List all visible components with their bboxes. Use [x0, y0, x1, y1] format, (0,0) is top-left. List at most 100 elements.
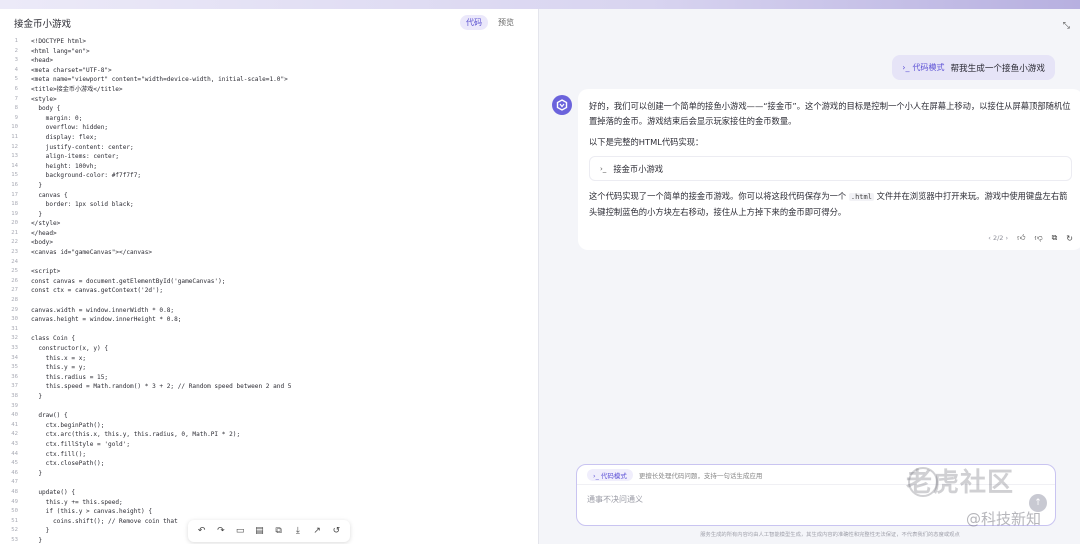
- code-line: 40 draw() {: [0, 411, 539, 421]
- line-content: }: [31, 392, 43, 400]
- download-icon[interactable]: ⤓: [290, 523, 306, 539]
- code-line: 49 this.y += this.speed;: [0, 498, 539, 508]
- code-mode-chip[interactable]: ›_ 代码模式: [587, 468, 633, 481]
- code-line: 18 border: 1px solid black;: [0, 200, 539, 210]
- reply-p3-text-a: 这个代码实现了一个简单的接金币游戏。你可以将这段代码保存为一个: [589, 191, 847, 201]
- code-line: 10 overflow: hidden;: [0, 123, 539, 133]
- line-content: <body>: [31, 239, 54, 247]
- view-tabs: 代码 预览: [460, 15, 520, 30]
- copy-icon[interactable]: ⧉: [271, 523, 287, 539]
- line-content: <canvas id="gameCanvas"></canvas>: [31, 249, 153, 257]
- line-content: }: [31, 469, 43, 477]
- code-line: 11 display: flex;: [0, 133, 539, 143]
- code-line: 20 </style>: [0, 219, 539, 229]
- share-icon[interactable]: ↗: [309, 523, 325, 539]
- line-number: 44: [11, 450, 18, 457]
- line-content: ctx.fill();: [31, 450, 87, 458]
- line-content: ctx.closePath();: [31, 460, 105, 468]
- code-line: 5 <meta name="viewport" content="width=de…: [0, 75, 539, 85]
- assistant-avatar: [552, 95, 572, 115]
- code-line: 1 <!DOCTYPE html>: [0, 37, 539, 47]
- line-content: ctx.beginPath();: [31, 421, 105, 429]
- line-number: 22: [11, 239, 18, 246]
- redo-icon[interactable]: ↷: [213, 523, 229, 539]
- line-number: 26: [11, 277, 18, 284]
- line-content: }: [31, 536, 43, 544]
- code-line: 12 justify-content: center;: [0, 143, 539, 153]
- code-mode-hint: 更擅长处理代码问题，支持一句话生成应用: [638, 471, 763, 480]
- line-number: 18: [11, 201, 18, 208]
- watermark-main: 老虎社区: [906, 468, 1015, 498]
- line-content: body {: [31, 105, 61, 113]
- copy-icon[interactable]: ⧉: [1052, 233, 1058, 243]
- line-content: this.radius = 15;: [31, 373, 109, 381]
- tab-preview[interactable]: 预览: [492, 15, 520, 30]
- line-content: </style>: [31, 220, 61, 228]
- code-line: 14 height: 100vh;: [0, 162, 539, 172]
- line-number: 43: [11, 440, 18, 447]
- collapse-icon[interactable]: ⤡: [1063, 21, 1070, 31]
- line-number: 27: [11, 287, 18, 294]
- code-line: 17 canvas {: [0, 191, 539, 201]
- comment-icon[interactable]: ▭: [232, 523, 248, 539]
- regenerate-icon[interactable]: ↻: [1066, 234, 1073, 243]
- history-icon[interactable]: ↺: [328, 523, 344, 539]
- code-line: 32 class Coin {: [0, 334, 539, 344]
- line-content: ctx.fillStyle = 'gold';: [31, 440, 131, 448]
- line-content: <meta charset="UTF-8">: [31, 66, 112, 74]
- line-number: 13: [11, 153, 18, 160]
- line-number: 16: [11, 181, 18, 188]
- line-content: height: 100vh;: [31, 162, 98, 170]
- line-number: 3: [14, 57, 18, 64]
- line-content: margin: 0;: [31, 114, 83, 122]
- thumbs-down-icon[interactable]: 👎︎: [1034, 233, 1042, 243]
- code-line: 36 this.radius = 15;: [0, 373, 539, 383]
- undo-icon[interactable]: ↶: [194, 523, 210, 539]
- line-number: 50: [11, 508, 18, 515]
- thumbs-up-icon[interactable]: 👍︎: [1017, 233, 1025, 243]
- line-content: <title>接金币小游戏</title>: [31, 85, 123, 93]
- line-content: }: [31, 210, 43, 218]
- line-content: overflow: hidden;: [31, 124, 109, 132]
- line-number: 24: [11, 258, 18, 265]
- document-icon[interactable]: ▤: [251, 523, 267, 539]
- code-line: 30 canvas.height = window.innerHeight * 0…: [0, 315, 539, 325]
- disclaimer-text: 服务生成的所有内容均由人工智能模型生成，其生成内容的准确性和完整性无法保证，不代…: [700, 532, 960, 538]
- line-content: <style>: [31, 95, 57, 103]
- code-line: 22 <body>: [0, 238, 539, 248]
- line-content: constructor(x, y) {: [31, 345, 109, 352]
- code-line: 6 <title>接金币小游戏</title>: [0, 85, 539, 95]
- line-number: 49: [11, 498, 18, 505]
- line-content: [18, 296, 31, 306]
- version-pager[interactable]: ‹ 2/2 ›: [988, 234, 1008, 242]
- code-line: 3 <head>: [0, 56, 539, 66]
- code-line: 38 }: [0, 392, 539, 402]
- code-artifact-card[interactable]: ›_ 接金币小游戏: [589, 156, 1072, 181]
- code-line: 43 ctx.fillStyle = 'gold';: [0, 440, 539, 450]
- reply-paragraph-1: 好的，我们可以创建一个简单的接鱼小游戏——“接金币”。这个游戏的目标是控制一个小…: [589, 101, 1071, 126]
- line-content: canvas.height = window.innerHeight * 0.8…: [31, 316, 182, 324]
- line-number: 33: [11, 345, 18, 351]
- line-content: this.x = x;: [31, 354, 87, 362]
- user-mode-label: 代码模式: [912, 63, 945, 72]
- line-content: display: flex;: [31, 133, 98, 141]
- line-number: 4: [14, 66, 18, 73]
- code-toolbar: ↶ ↷ ▭ ▤ ⧉ ⤓ ↗ ↺: [188, 520, 350, 542]
- code-line: 47: [0, 478, 539, 488]
- line-number: 1: [14, 38, 18, 44]
- line-content: canvas.width = window.innerWidth * 0.8;: [31, 306, 175, 314]
- assistant-reply-card: 好的，我们可以创建一个简单的接鱼小游戏——“接金币”。这个游戏的目标是控制一个小…: [578, 89, 1080, 250]
- line-number: 47: [11, 479, 18, 486]
- line-number: 10: [11, 124, 18, 131]
- line-content: draw() {: [31, 412, 68, 420]
- line-number: 7: [14, 95, 18, 102]
- line-number: 36: [11, 373, 18, 380]
- tab-code[interactable]: 代码: [460, 15, 488, 30]
- code-line: 34 this.x = x;: [0, 354, 539, 364]
- code-editor[interactable]: 1 <!DOCTYPE html> 2 <html lang="en"> 3 <head>…: [0, 37, 539, 544]
- code-line: 2 <html lang="en">: [0, 47, 539, 57]
- code-artifact-label: 接金币小游戏: [613, 163, 664, 174]
- code-panel: 接金币小游戏 代码 预览 1 <!DOCTYPE html> 2 <html lang…: [0, 9, 539, 544]
- code-line: 41 ctx.beginPath();: [0, 421, 539, 431]
- code-line: 16 }: [0, 181, 539, 191]
